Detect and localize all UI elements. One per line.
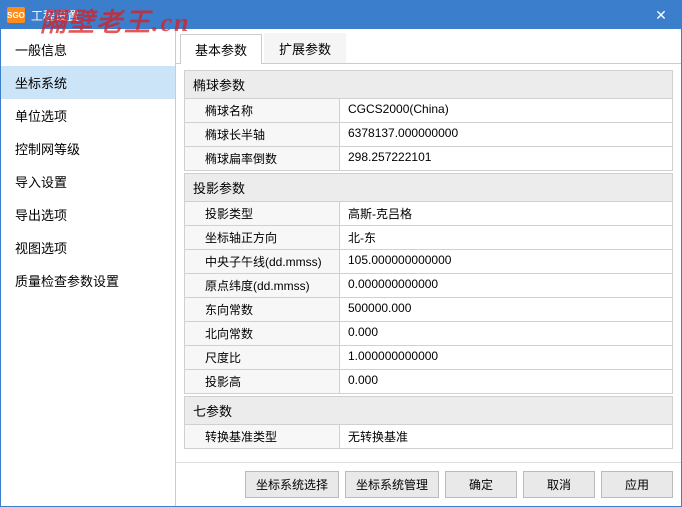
property-label: 坐标轴正方向 [185,226,340,249]
app-icon: SGO [7,7,25,23]
sidebar-item[interactable]: 导出选项 [1,198,175,231]
property-row: 转换基准类型无转换基准 [184,425,673,449]
tab[interactable]: 扩展参数 [264,33,346,63]
property-row: 投影类型高斯-克吕格 [184,202,673,226]
window-title: 工程设置 [31,7,641,24]
tabs: 基本参数扩展参数 [176,29,681,64]
close-icon: ✕ [655,7,667,24]
property-label: 椭球名称 [185,99,340,122]
group-header[interactable]: 椭球参数 [184,70,673,99]
property-row: 椭球长半轴6378137.000000000 [184,123,673,147]
property-label: 投影类型 [185,202,340,225]
dialog-window: SGO 工程设置 ✕ 隔壁老王.cn 一般信息坐标系统单位选项控制网等级导入设置… [0,0,682,507]
property-row: 原点纬度(dd.mmss)0.000000000000 [184,274,673,298]
property-row: 投影高0.000 [184,370,673,394]
property-row: 东向常数500000.000 [184,298,673,322]
property-value[interactable]: 105.000000000000 [340,250,672,273]
property-value[interactable]: 1.000000000000 [340,346,672,369]
property-row: 椭球名称CGCS2000(China) [184,99,673,123]
sidebar-item[interactable]: 一般信息 [1,33,175,66]
property-value[interactable]: 0.000000000000 [340,274,672,297]
property-label: 椭球长半轴 [185,123,340,146]
property-row: 椭球扁率倒数298.257222101 [184,147,673,171]
property-row: 北向常数0.000 [184,322,673,346]
property-row: 坐标轴正方向北-东 [184,226,673,250]
footer: 坐标系统选择 坐标系统管理 确定 取消 应用 [176,462,681,506]
property-label: 原点纬度(dd.mmss) [185,274,340,297]
cancel-button[interactable]: 取消 [523,471,595,498]
sidebar-item[interactable]: 单位选项 [1,99,175,132]
property-value[interactable]: 6378137.000000000 [340,123,672,146]
manage-coordsys-button[interactable]: 坐标系统管理 [345,471,439,498]
property-value[interactable]: 0.000 [340,322,672,345]
property-value[interactable]: 500000.000 [340,298,672,321]
select-coordsys-button[interactable]: 坐标系统选择 [245,471,339,498]
sidebar: 一般信息坐标系统单位选项控制网等级导入设置导出选项视图选项质量检查参数设置 [1,29,176,506]
property-label: 投影高 [185,370,340,393]
property-value[interactable]: 北-东 [340,226,672,249]
titlebar: SGO 工程设置 ✕ [1,1,681,29]
property-value[interactable]: 高斯-克吕格 [340,202,672,225]
property-value[interactable]: 无转换基准 [340,425,672,448]
sidebar-item[interactable]: 质量检查参数设置 [1,264,175,297]
dialog-body: 一般信息坐标系统单位选项控制网等级导入设置导出选项视图选项质量检查参数设置 基本… [1,29,681,506]
property-label: 北向常数 [185,322,340,345]
property-value[interactable]: 0.000 [340,370,672,393]
property-label: 尺度比 [185,346,340,369]
main-panel: 基本参数扩展参数 椭球参数椭球名称CGCS2000(China)椭球长半轴637… [176,29,681,506]
sidebar-item[interactable]: 导入设置 [1,165,175,198]
sidebar-item[interactable]: 视图选项 [1,231,175,264]
ok-button[interactable]: 确定 [445,471,517,498]
property-label: 椭球扁率倒数 [185,147,340,170]
property-value[interactable]: 298.257222101 [340,147,672,170]
group-header[interactable]: 七参数 [184,396,673,425]
close-button[interactable]: ✕ [641,1,681,29]
sidebar-item[interactable]: 控制网等级 [1,132,175,165]
property-label: 转换基准类型 [185,425,340,448]
apply-button[interactable]: 应用 [601,471,673,498]
tab[interactable]: 基本参数 [180,34,262,64]
property-label: 东向常数 [185,298,340,321]
property-row: 中央子午线(dd.mmss)105.000000000000 [184,250,673,274]
property-row: 尺度比1.000000000000 [184,346,673,370]
property-value[interactable]: CGCS2000(China) [340,99,672,122]
property-label: 中央子午线(dd.mmss) [185,250,340,273]
group-header[interactable]: 投影参数 [184,173,673,202]
content-area: 椭球参数椭球名称CGCS2000(China)椭球长半轴6378137.0000… [176,64,681,462]
sidebar-item[interactable]: 坐标系统 [1,66,175,99]
